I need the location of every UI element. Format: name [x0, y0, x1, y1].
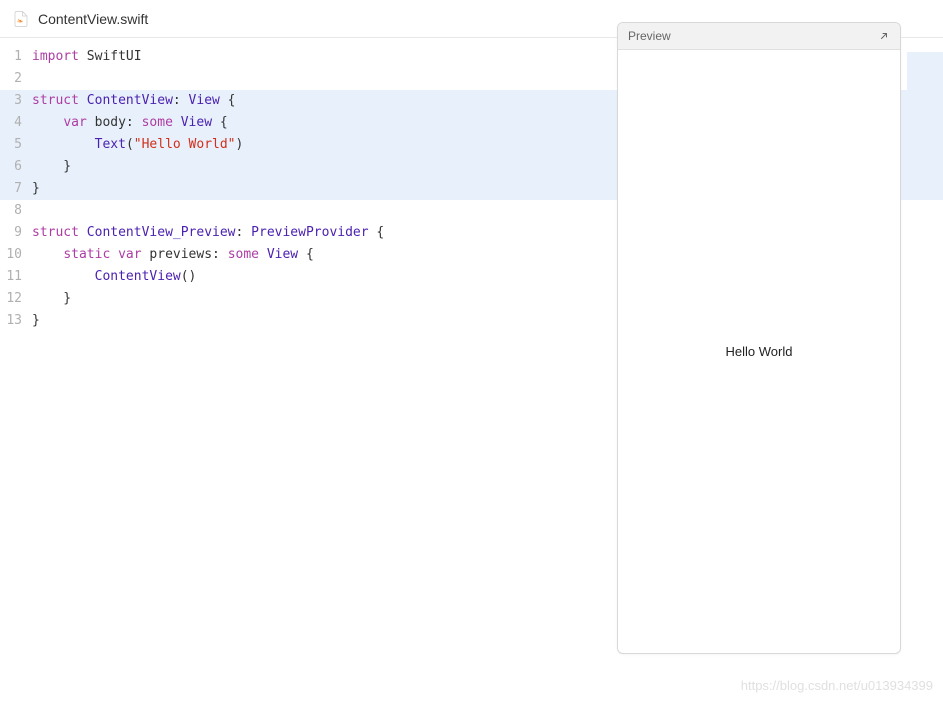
preview-panel: Preview Hello World: [617, 22, 901, 654]
preview-body: Hello World: [618, 50, 900, 653]
line-number: 6: [0, 156, 32, 178]
swift-file-icon: [12, 10, 30, 28]
line-number: 9: [0, 222, 32, 244]
code-content: }: [32, 178, 40, 200]
code-content: Text("Hello World"): [32, 134, 243, 156]
file-name: ContentView.swift: [38, 11, 148, 27]
line-number: 8: [0, 200, 32, 222]
line-number: 13: [0, 310, 32, 332]
line-number: 11: [0, 266, 32, 288]
line-number: 5: [0, 134, 32, 156]
preview-content: Hello World: [726, 344, 793, 359]
preview-title: Preview: [628, 29, 671, 43]
line-number: 4: [0, 112, 32, 134]
code-content: }: [32, 156, 71, 178]
code-content: ContentView(): [32, 266, 196, 288]
line-number: 12: [0, 288, 32, 310]
preview-header: Preview: [618, 23, 900, 50]
code-content: import SwiftUI: [32, 46, 142, 68]
line-number: 3: [0, 90, 32, 112]
code-content: struct ContentView: View {: [32, 90, 236, 112]
code-content: var body: some View {: [32, 112, 228, 134]
code-content: static var previews: some View {: [32, 244, 314, 266]
main-area: 1import SwiftUI23struct ContentView: Vie…: [0, 38, 943, 703]
line-number: 1: [0, 46, 32, 68]
code-content: struct ContentView_Preview: PreviewProvi…: [32, 222, 384, 244]
code-content: }: [32, 310, 40, 332]
line-number: 7: [0, 178, 32, 200]
line-number: 10: [0, 244, 32, 266]
code-content: }: [32, 288, 71, 310]
highlight-edge: [907, 52, 943, 162]
line-number: 2: [0, 68, 32, 90]
expand-icon[interactable]: [878, 30, 890, 42]
